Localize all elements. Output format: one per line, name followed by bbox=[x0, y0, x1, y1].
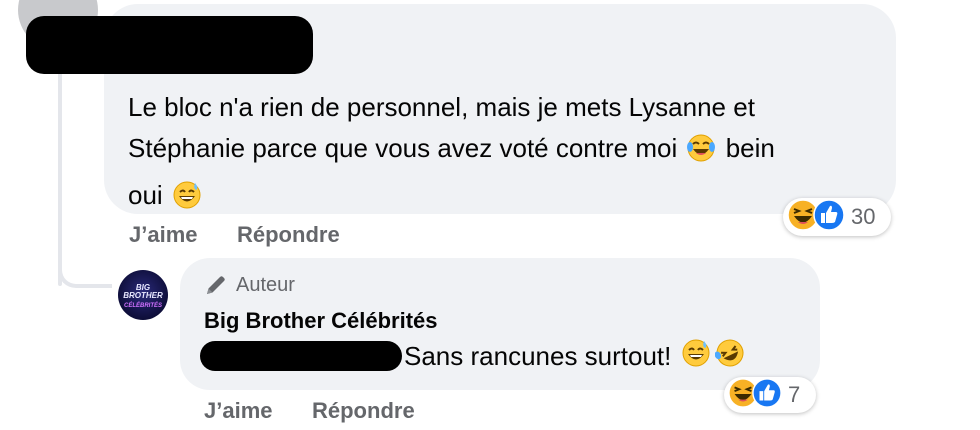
author-badge-label: Auteur bbox=[236, 273, 295, 296]
redacted-commenter-name bbox=[26, 16, 313, 74]
rolling-on-floor-laughing-emoji-icon bbox=[715, 338, 745, 375]
pencil-icon bbox=[207, 276, 225, 294]
author-badge: Auteur bbox=[204, 273, 295, 297]
comment-reply-button[interactable]: Répondre bbox=[237, 222, 340, 248]
comment-reaction-count: 30 bbox=[851, 204, 876, 229]
reply-author-name[interactable]: Big Brother Célébrités bbox=[204, 308, 438, 334]
reply-body: Sans rancunes surtout! bbox=[200, 338, 747, 374]
thread-reply-connector bbox=[58, 256, 112, 288]
comment-text-line2-end: bein bbox=[725, 133, 775, 163]
big-brother-logo: BIG BROTHER CÉLÉBRITÉS bbox=[123, 283, 163, 310]
reply-text: Sans rancunes surtout! bbox=[404, 340, 672, 371]
like-icon bbox=[752, 377, 782, 413]
tears-of-joy-emoji-icon bbox=[686, 133, 716, 175]
comment-like-button[interactable]: J’aime bbox=[129, 222, 198, 248]
page-avatar[interactable]: BIG BROTHER CÉLÉBRITÉS bbox=[118, 270, 168, 320]
reply-reply-button[interactable]: Répondre bbox=[312, 398, 415, 424]
reply-reaction-count: 7 bbox=[788, 382, 801, 407]
reply-reactions[interactable]: 7 bbox=[724, 377, 816, 413]
comment-text-line2: Stéphanie parce que vous avez voté contr… bbox=[128, 133, 678, 163]
thread-line bbox=[58, 60, 62, 286]
comment-reactions[interactable]: 30 bbox=[783, 198, 891, 236]
comment-text-line3: oui bbox=[128, 180, 163, 210]
like-icon bbox=[813, 198, 845, 236]
reply-like-button[interactable]: J’aime bbox=[204, 398, 273, 424]
comment-text-line1: Le bloc n'a rien de personnel, mais je m… bbox=[128, 92, 755, 122]
grinning-sweat-emoji-icon bbox=[681, 338, 711, 375]
grinning-sweat-emoji-icon bbox=[172, 180, 202, 222]
redacted-mention bbox=[200, 341, 402, 371]
comment-body: Le bloc n'a rien de personnel, mais je m… bbox=[128, 87, 888, 222]
